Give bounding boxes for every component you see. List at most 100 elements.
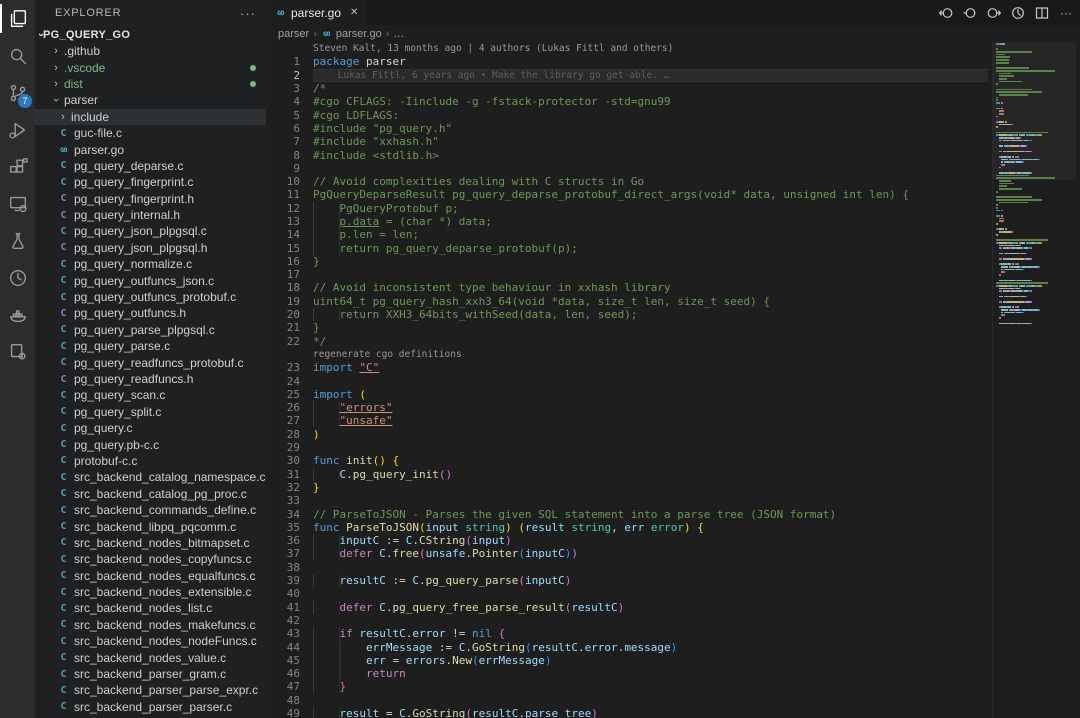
code-line-14[interactable]: 14 p.len = len; <box>266 228 1080 241</box>
tree-file-pg-query-internal-h[interactable]: Cpg_query_internal.h <box>35 207 266 223</box>
tree-file-pg-query-pb-c-c[interactable]: Cpg_query.pb-c.c <box>35 436 266 452</box>
code-line-31[interactable]: 31 C.pg_query_init() <box>266 468 1080 481</box>
tree-file-src-backend-nodes-nodeFuncs-c[interactable]: Csrc_backend_nodes_nodeFuncs.c <box>35 633 266 649</box>
tree-folder-include[interactable]: ›include <box>35 109 266 125</box>
code-line-35[interactable]: 35func ParseToJSON(input string) (result… <box>266 521 1080 534</box>
explorer-icon[interactable] <box>0 0 35 37</box>
tree-file-pg-query-scan-c[interactable]: Cpg_query_scan.c <box>35 387 266 403</box>
close-icon[interactable]: ✕ <box>350 7 358 18</box>
code-line-24[interactable]: 24 <box>266 374 1080 387</box>
code-line-41[interactable]: 41 defer C.pg_query_free_parse_result(re… <box>266 600 1080 613</box>
search-icon[interactable] <box>0 37 35 74</box>
code-line-26[interactable]: 26 "errors" <box>266 401 1080 414</box>
breadcrumb-item[interactable]: … <box>393 28 404 40</box>
tree-file-src-backend-nodes-value-c[interactable]: Csrc_backend_nodes_value.c <box>35 649 266 665</box>
tree-file-src-backend-libpq-pqcomm-c[interactable]: Csrc_backend_libpq_pqcomm.c <box>35 518 266 534</box>
tree-file-pg-query-readfuncs-protobuf-c[interactable]: Cpg_query_readfuncs_protobuf.c <box>35 354 266 370</box>
split-editor-icon[interactable] <box>1034 5 1050 21</box>
code-line-2[interactable]: 2 Lukas Fittl, 6 years ago • Make the li… <box>266 69 1080 82</box>
code-line-3[interactable]: 3/* <box>266 82 1080 95</box>
code-line-42[interactable]: 42 <box>266 614 1080 627</box>
gitlens-blame-annotation[interactable]: Steven Kalt, 13 months ago | 4 authors (… <box>266 42 1080 55</box>
code-line-16[interactable]: 16} <box>266 255 1080 268</box>
tree-file-pg-query-outfuncs-json-c[interactable]: Cpg_query_outfuncs_json.c <box>35 272 266 288</box>
code-line-49[interactable]: 49 result = C.GoString(resultC.parse_tre… <box>266 707 1080 718</box>
tree-file-pg-query-readfuncs-h[interactable]: Cpg_query_readfuncs.h <box>35 371 266 387</box>
tree-file-src-backend-parser-parser-c[interactable]: Csrc_backend_parser_parser.c <box>35 699 266 715</box>
code-line-32[interactable]: 32} <box>266 481 1080 494</box>
more-actions-icon[interactable]: ··· <box>240 6 256 21</box>
tree-file-pg-query-c[interactable]: Cpg_query.c <box>35 420 266 436</box>
code-line-12[interactable]: 12 PgQueryProtobuf p; <box>266 202 1080 215</box>
tree-file-src-backend-nodes-bitmapset-c[interactable]: Csrc_backend_nodes_bitmapset.c <box>35 535 266 551</box>
tree-file-pg-query-deparse-c[interactable]: Cpg_query_deparse.c <box>35 158 266 174</box>
tree-file-pg-query-split-c[interactable]: Cpg_query_split.c <box>35 404 266 420</box>
breadcrumb-item[interactable]: parser <box>278 28 309 40</box>
code-line-40[interactable]: 40 <box>266 587 1080 600</box>
code-line-18[interactable]: 18// Avoid inconsistent type behaviour i… <box>266 281 1080 294</box>
code-line-22[interactable]: 22*/ <box>266 335 1080 348</box>
code-line-15[interactable]: 15 return pg_query_deparse_protobuf(p); <box>266 241 1080 254</box>
tree-file-pg-query-fingerprint-h[interactable]: Cpg_query_fingerprint.h <box>35 191 266 207</box>
code-line-9[interactable]: 9 <box>266 162 1080 175</box>
source-control-icon[interactable]: 7 <box>0 74 35 111</box>
gitlens-icon[interactable] <box>0 259 35 296</box>
code-line-23[interactable]: 23import "C" <box>266 361 1080 374</box>
code-line-19[interactable]: 19uint64_t pg_query_hash_xxh3_64(void *d… <box>266 295 1080 308</box>
next-change-icon[interactable] <box>986 5 1002 21</box>
tree-file-src-backend-nodes-makefuncs-c[interactable]: Csrc_backend_nodes_makefuncs.c <box>35 617 266 633</box>
code-line-27[interactable]: 27 "unsafe" <box>266 414 1080 427</box>
code-line-8[interactable]: 8#include <stdlib.h> <box>266 148 1080 161</box>
tree-folder--vscode[interactable]: ›.vscode <box>35 59 266 75</box>
tree-file-pg-query-normalize-c[interactable]: Cpg_query_normalize.c <box>35 256 266 272</box>
code-line-4[interactable]: 4#cgo CFLAGS: -Iinclude -g -fstack-prote… <box>266 95 1080 108</box>
code-line-30[interactable]: 30func init() { <box>266 454 1080 467</box>
code-line-36[interactable]: 36 inputC := C.CString(input) <box>266 534 1080 547</box>
tree-file-pg-query-parse-plpgsql-c[interactable]: Cpg_query_parse_plpgsql.c <box>35 322 266 338</box>
code-line-43[interactable]: 43 if resultC.error != nil { <box>266 627 1080 640</box>
code-line-6[interactable]: 6#include "pg_query.h" <box>266 122 1080 135</box>
code-line-10[interactable]: 10// Avoid complexities dealing with C s… <box>266 175 1080 188</box>
tab-parser-go[interactable]: GO parser.go ✕ <box>266 0 367 25</box>
run-and-debug-icon[interactable] <box>0 111 35 148</box>
tree-file-src-backend-nodes-list-c[interactable]: Csrc_backend_nodes_list.c <box>35 600 266 616</box>
tree-file-parser-go[interactable]: GOparser.go <box>35 141 266 157</box>
code-line-28[interactable]: 28) <box>266 428 1080 441</box>
code-line-7[interactable]: 7#include "xxhash.h" <box>266 135 1080 148</box>
tree-file-protobuf-c-c[interactable]: Cprotobuf-c.c <box>35 453 266 469</box>
file-history-icon[interactable] <box>1010 5 1026 21</box>
tree-file-guc-file-c[interactable]: Cguc-file.c <box>35 125 266 141</box>
tree-file-pg-query-outfuncs-protobuf-c[interactable]: Cpg_query_outfuncs_protobuf.c <box>35 289 266 305</box>
tree-folder-dist[interactable]: ›dist <box>35 76 266 92</box>
code-line-29[interactable]: 29 <box>266 441 1080 454</box>
previous-change-icon[interactable] <box>938 5 954 21</box>
tree-file-pg-query-parse-c[interactable]: Cpg_query_parse.c <box>35 338 266 354</box>
code-line-44[interactable]: 44 errMessage := C.GoString(resultC.erro… <box>266 640 1080 653</box>
docker-icon[interactable] <box>0 296 35 333</box>
tree-root-pg-query-go[interactable]: › PG_QUERY_GO <box>35 26 266 43</box>
minimap[interactable] <box>992 42 1076 718</box>
code-line-39[interactable]: 39 resultC := C.pg_query_parse(inputC) <box>266 574 1080 587</box>
tree-file-src-backend-nodes-copyfuncs-c[interactable]: Csrc_backend_nodes_copyfuncs.c <box>35 551 266 567</box>
tree-file-src-backend-nodes-equalfuncs-c[interactable]: Csrc_backend_nodes_equalfuncs.c <box>35 568 266 584</box>
tree-file-src-backend-commands-define-c[interactable]: Csrc_backend_commands_define.c <box>35 502 266 518</box>
code-line-20[interactable]: 20 return XXH3_64bits_withSeed(data, len… <box>266 308 1080 321</box>
tree-file-src-backend-nodes-extensible-c[interactable]: Csrc_backend_nodes_extensible.c <box>35 584 266 600</box>
remote-explorer-icon[interactable] <box>0 185 35 222</box>
code-line-5[interactable]: 5#cgo LDFLAGS: <box>266 108 1080 121</box>
extensions-icon[interactable] <box>0 148 35 185</box>
gitlens-inspect-icon[interactable] <box>0 333 35 370</box>
code-line-1[interactable]: 1package parser <box>266 55 1080 68</box>
code-line-37[interactable]: 37 defer C.free(unsafe.Pointer(inputC)) <box>266 547 1080 560</box>
codelens-regenerate-cgo[interactable]: regenerate cgo definitions <box>266 348 1080 361</box>
tree-folder--github[interactable]: ›.github <box>35 43 266 59</box>
tree-file-pg-query-json-plpgsql-h[interactable]: Cpg_query_json_plpgsql.h <box>35 240 266 256</box>
tree-file-src-backend-catalog-pg-proc-c[interactable]: Csrc_backend_catalog_pg_proc.c <box>35 486 266 502</box>
testing-icon[interactable] <box>0 222 35 259</box>
code-line-13[interactable]: 13 p.data = (char *) data; <box>266 215 1080 228</box>
code-line-17[interactable]: 17 <box>266 268 1080 281</box>
code-line-45[interactable]: 45 err = errors.New(errMessage) <box>266 654 1080 667</box>
code-line-21[interactable]: 21} <box>266 321 1080 334</box>
tree-file-pg-query-json-plpgsql-c[interactable]: Cpg_query_json_plpgsql.c <box>35 223 266 239</box>
tree-file-src-backend-parser-parse-expr-c[interactable]: Csrc_backend_parser_parse_expr.c <box>35 682 266 698</box>
